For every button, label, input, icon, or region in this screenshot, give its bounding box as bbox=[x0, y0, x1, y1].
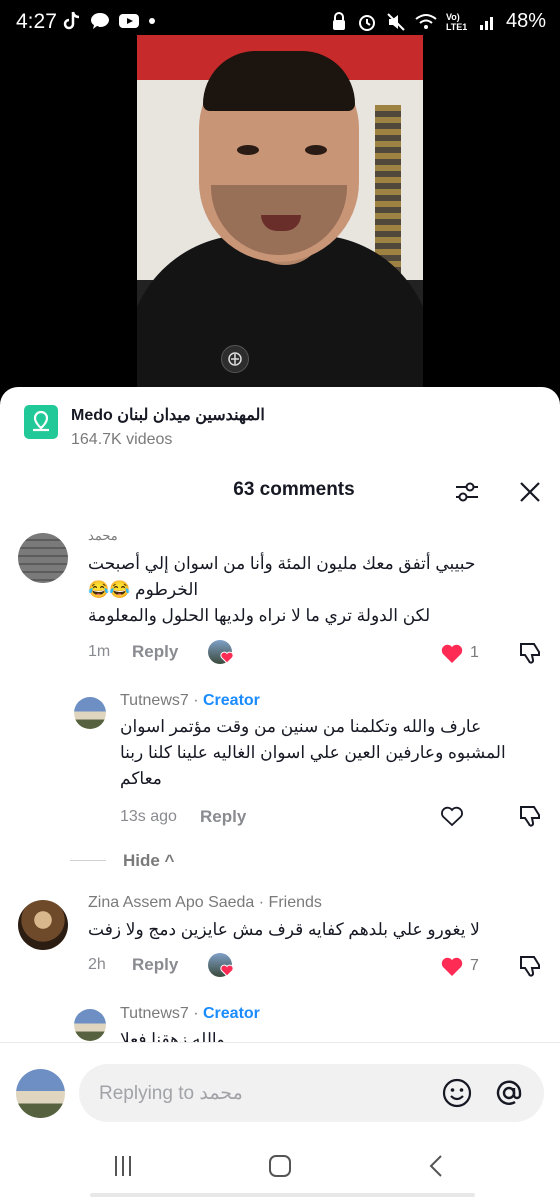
creator-liked-avatar bbox=[208, 953, 234, 977]
home-indicator bbox=[90, 1193, 475, 1197]
music-title: المهندسين ميدان لبنان Medo bbox=[71, 407, 265, 424]
like-count: 7 bbox=[470, 957, 479, 974]
status-left-icons bbox=[62, 10, 156, 32]
video-effect-icon[interactable] bbox=[221, 345, 249, 373]
lte-label: Vo) LTE1 bbox=[445, 11, 468, 32]
friends-badge: Friends bbox=[268, 894, 322, 911]
comment-line: حبيبي أتفق معك مليون المئة وأنا من اسوان… bbox=[88, 554, 476, 573]
replies-divider bbox=[70, 860, 106, 861]
like-button[interactable]: 1 bbox=[440, 642, 479, 664]
heart-filled-icon bbox=[441, 644, 463, 663]
comment-username[interactable]: محمد bbox=[88, 528, 118, 544]
comment-line: المشبوه وعارفين العين علي اسوان الغاليه … bbox=[120, 743, 506, 762]
wifi-icon bbox=[415, 13, 437, 29]
reply-button[interactable]: Reply bbox=[200, 807, 246, 827]
mute-icon bbox=[387, 12, 405, 31]
chat-bubble-icon bbox=[91, 13, 109, 29]
avatar[interactable] bbox=[18, 533, 68, 583]
comment-input-placeholder: Replying to محمد bbox=[99, 1083, 243, 1104]
person-eye-right bbox=[305, 145, 327, 155]
filter-icon[interactable] bbox=[452, 477, 482, 507]
avatar[interactable] bbox=[74, 1009, 106, 1041]
dislike-icon[interactable] bbox=[518, 804, 544, 828]
creator-badge: Creator bbox=[203, 692, 260, 709]
avatar[interactable] bbox=[18, 900, 68, 950]
recent-apps-icon[interactable] bbox=[103, 1146, 143, 1186]
comment-line: عارف والله وتكلمنا من سنين من وقت مؤتمر … bbox=[120, 717, 482, 736]
username-separator: · bbox=[188, 1005, 203, 1022]
comment-line: لكن الدولة تري ما لا نراه ولديها الحلول … bbox=[88, 606, 431, 625]
system-nav-bar bbox=[0, 1132, 560, 1200]
username-text: Tutnews7 bbox=[120, 692, 189, 709]
battery-level: 48% bbox=[505, 10, 546, 32]
location-pin-icon bbox=[24, 405, 58, 439]
comment-username[interactable]: Tutnews7 · Creator bbox=[120, 692, 260, 710]
comment-line: الخرطوم 😂😂 bbox=[88, 580, 199, 599]
creator-liked-avatar bbox=[208, 640, 234, 664]
heart-badge-icon bbox=[220, 651, 234, 664]
dot-icon bbox=[149, 18, 155, 24]
home-icon[interactable] bbox=[260, 1146, 300, 1186]
username-text: Tutnews7 bbox=[120, 1005, 189, 1022]
username-text: Zina Assem Apo Saeda bbox=[88, 894, 255, 911]
comment-time: 13s ago bbox=[120, 808, 177, 825]
my-avatar[interactable] bbox=[16, 1069, 65, 1118]
heart-badge-icon bbox=[220, 964, 234, 977]
person-eye-left bbox=[237, 145, 259, 155]
creator-badge: Creator bbox=[203, 1005, 260, 1022]
video-preview[interactable] bbox=[137, 35, 423, 395]
music-videos-count: 164.7K videos bbox=[71, 431, 173, 448]
person-hair bbox=[203, 51, 355, 111]
avatar[interactable] bbox=[74, 697, 106, 729]
username-separator: · bbox=[254, 894, 269, 911]
alarm-icon bbox=[358, 14, 375, 31]
music-row[interactable]: المهندسين ميدان لبنان Medo 164.7K videos bbox=[24, 405, 265, 449]
flag-fringe bbox=[375, 105, 401, 275]
status-time: 4:27 bbox=[16, 10, 57, 33]
like-button[interactable]: 7 bbox=[440, 955, 479, 977]
comment-username[interactable]: Tutnews7 · Creator bbox=[120, 1005, 260, 1023]
dislike-icon[interactable] bbox=[518, 954, 544, 978]
hide-replies-button[interactable]: Hide ^ bbox=[123, 851, 175, 871]
close-icon[interactable] bbox=[517, 479, 543, 505]
music-info: المهندسين ميدان لبنان Medo 164.7K videos bbox=[71, 405, 265, 449]
heart-filled-icon bbox=[441, 957, 463, 976]
comment-time: 1m bbox=[88, 643, 111, 660]
comment-input[interactable]: Replying to محمد bbox=[79, 1064, 544, 1122]
mention-icon[interactable] bbox=[494, 1078, 524, 1108]
reply-button[interactable]: Reply bbox=[132, 955, 178, 975]
username-separator: · bbox=[188, 692, 203, 709]
emoji-icon[interactable] bbox=[442, 1078, 472, 1108]
comment-text: عارف والله وتكلمنا من سنين من وقت مؤتمر … bbox=[120, 714, 520, 792]
status-right-icons: Vo) LTE1 48% bbox=[330, 10, 546, 33]
back-icon[interactable] bbox=[417, 1146, 457, 1186]
youtube-icon bbox=[119, 14, 139, 28]
comment-line: لا يغورو علي بلدهم كفايه قرف مش عايزين د… bbox=[88, 920, 480, 939]
heart-outline-icon[interactable] bbox=[440, 805, 464, 827]
comment-input-bar: Replying to محمد bbox=[0, 1042, 560, 1133]
reply-button[interactable]: Reply bbox=[132, 642, 178, 662]
like-count: 1 bbox=[470, 644, 479, 661]
comment-username[interactable]: Zina Assem Apo Saeda · Friends bbox=[88, 894, 322, 912]
comments-sheet: المهندسين ميدان لبنان Medo 164.7K videos… bbox=[0, 387, 560, 1200]
comment-text: حبيبي أتفق معك مليون المئة وأنا من اسوان… bbox=[88, 551, 518, 629]
signal-icon bbox=[479, 16, 493, 30]
comment-line: معاكم bbox=[120, 769, 162, 788]
dislike-icon[interactable] bbox=[518, 641, 544, 665]
comment-time: 2h bbox=[88, 956, 106, 973]
alarm-lock-icon bbox=[332, 11, 345, 30]
tiktok-icon bbox=[63, 11, 80, 30]
comment-text: لا يغورو علي بلدهم كفايه قرف مش عايزين د… bbox=[88, 917, 500, 943]
